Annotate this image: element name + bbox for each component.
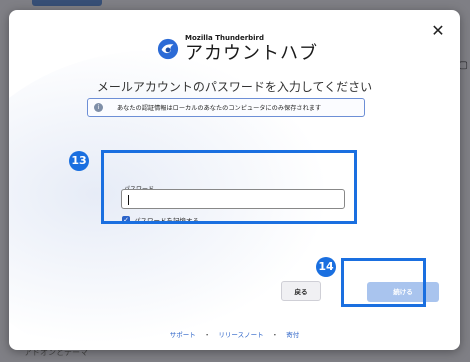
info-notice: i あなたの認証情報はローカルのあなたのコンピュータにのみ保存されます: [87, 98, 365, 117]
annotation-badge-13: 13: [69, 151, 89, 171]
brand-header: Mozilla Thunderbird アカウントハブ: [157, 29, 318, 69]
close-icon[interactable]: ✕: [430, 23, 446, 39]
info-notice-text: あなたの認証情報はローカルのあなたのコンピュータにのみ保存されます: [117, 105, 322, 112]
info-icon: i: [94, 103, 103, 112]
dialog-title: アカウントハブ: [185, 42, 318, 64]
release-notes-link[interactable]: リリースノート: [218, 331, 263, 339]
dialog-footer: サポート ・ リリースノート ・ 寄付: [9, 329, 460, 339]
support-link[interactable]: サポート: [170, 331, 196, 339]
page-heading: メールアカウントのパスワードを入力してください: [96, 80, 373, 94]
footer-separator: ・: [203, 331, 211, 339]
annotation-badge-14: 14: [316, 257, 336, 277]
thunderbird-logo-icon: [157, 38, 179, 60]
annotation-box-14: [341, 258, 426, 307]
annotation-box-13: [101, 150, 357, 224]
app-name: Mozilla Thunderbird: [185, 33, 265, 42]
donate-link[interactable]: 寄付: [286, 331, 299, 339]
footer-separator: ・: [271, 331, 279, 339]
back-button[interactable]: 戻る: [281, 281, 321, 301]
